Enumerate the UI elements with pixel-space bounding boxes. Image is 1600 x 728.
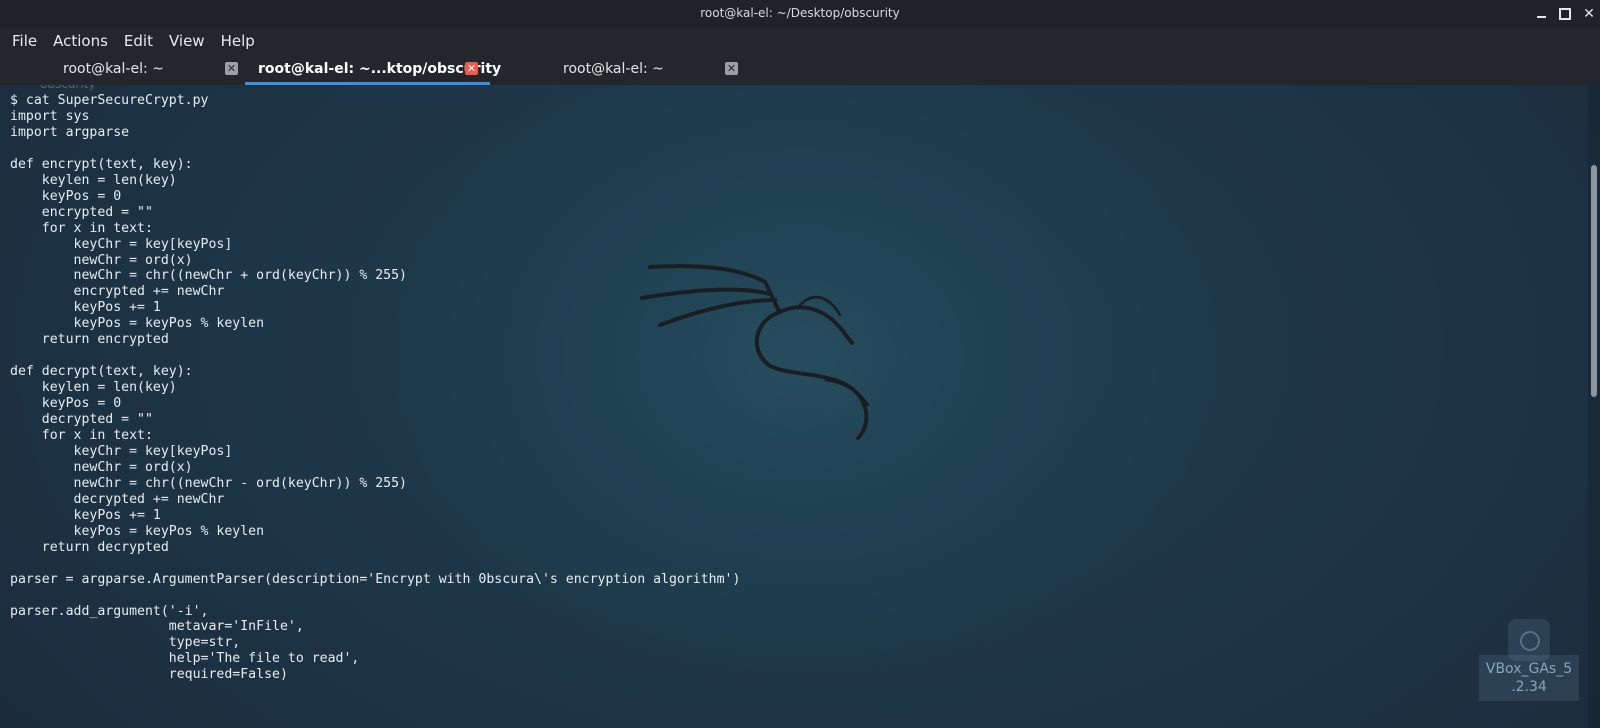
scrollbar-thumb[interactable] [1591,165,1597,397]
tab-label: root@kal-el: ~ [63,61,164,77]
minimize-icon [1536,16,1546,18]
terminal-text: $ cat SuperSecureCrypt.py import sys imp… [10,93,740,683]
maximize-button[interactable] [1554,3,1576,25]
terminal-line: newChr = ord(x) [10,252,193,268]
minimize-button[interactable] [1530,3,1552,25]
close-icon: ✕ [1583,6,1595,22]
terminal-line: keyPos = keyPos % keylen [10,316,265,332]
terminal-output[interactable]: obscurity $ cat SuperSecureCrypt.py impo… [0,85,1600,728]
terminal-line: keyChr = key[keyPos] [10,443,233,459]
terminal-line: required=False) [10,667,288,683]
tab-obscurity[interactable]: root@kal-el: ~...ktop/obscurity ✕ [245,54,501,85]
terminal-line: keylen = len(key) [10,172,177,188]
terminal-line: import sys [10,108,90,124]
terminal-line: type=str, [10,635,241,651]
terminal-line: $ cat SuperSecureCrypt.py [10,93,209,108]
title-bar[interactable]: root@kal-el: ~/Desktop/obscurity ✕ [0,0,1600,28]
menu-actions[interactable]: Actions [45,32,116,50]
terminal-line: import argparse [10,124,130,140]
terminal-line: encrypted = "" [10,204,153,220]
tab-close-icon[interactable]: ✕ [225,62,238,75]
tab-close-icon[interactable]: ✕ [725,62,738,75]
ghost-desktop-label: obscurity [40,85,96,91]
window-controls: ✕ [1528,3,1600,25]
maximize-icon [1559,8,1571,20]
terminal-line: encrypted += newChr [10,284,225,300]
terminal-line: keylen = len(key) [10,380,177,396]
vbox-label-line1: VBox_GAs_5 [1485,661,1573,677]
vbox-desktop-icon-label[interactable]: VBox_GAs_5 .2.34 [1479,655,1579,701]
terminal-line: return encrypted [10,332,169,348]
terminal-line: decrypted = "" [10,412,153,428]
terminal-line: keyPos += 1 [10,507,161,523]
terminal-line: def decrypt(text, key): [10,364,193,380]
tab-home-1[interactable]: root@kal-el: ~ ✕ [0,54,245,85]
vbox-label-line2: .2.34 [1511,679,1547,695]
vertical-scrollbar[interactable] [1588,85,1600,728]
terminal-line: help='The file to read', [10,651,360,667]
disc-icon [1520,631,1540,651]
terminal-line: keyPos = 0 [10,188,122,204]
window-title: root@kal-el: ~/Desktop/obscurity [700,6,900,20]
terminal-window: root@kal-el: ~/Desktop/obscurity ✕ File … [0,0,1600,728]
tab-home-2[interactable]: root@kal-el: ~ ✕ [490,54,740,85]
terminal-line: for x in text: [10,220,153,236]
terminal-line: newChr = chr((newChr + ord(keyChr)) % 25… [10,268,407,284]
terminal-line: keyPos = 0 [10,396,122,412]
terminal-line: return decrypted [10,539,169,555]
terminal-line: keyPos += 1 [10,300,161,316]
terminal-line: newChr = ord(x) [10,459,193,475]
terminal-line: decrypted += newChr [10,491,225,507]
menu-view[interactable]: View [161,32,213,50]
terminal-line: keyPos = keyPos % keylen [10,523,265,539]
terminal-line: for x in text: [10,428,153,444]
menu-edit[interactable]: Edit [116,32,161,50]
terminal-line: parser.add_argument('-i', [10,603,209,619]
menu-help[interactable]: Help [213,32,263,50]
close-button[interactable]: ✕ [1578,3,1600,25]
terminal-line: keyChr = key[keyPos] [10,236,233,252]
terminal-line: parser = argparse.ArgumentParser(descrip… [10,571,741,587]
tab-bar: root@kal-el: ~ ✕ root@kal-el: ~...ktop/o… [0,54,1600,86]
menu-file[interactable]: File [4,32,45,50]
terminal-line: newChr = chr((newChr - ord(keyChr)) % 25… [10,475,407,491]
menu-bar: File Actions Edit View Help [0,28,1600,54]
terminal-line: def encrypt(text, key): [10,156,193,172]
terminal-line: metavar='InFile', [10,619,304,635]
tab-close-icon[interactable]: ✕ [465,62,478,75]
tab-label: root@kal-el: ~ [563,61,664,77]
